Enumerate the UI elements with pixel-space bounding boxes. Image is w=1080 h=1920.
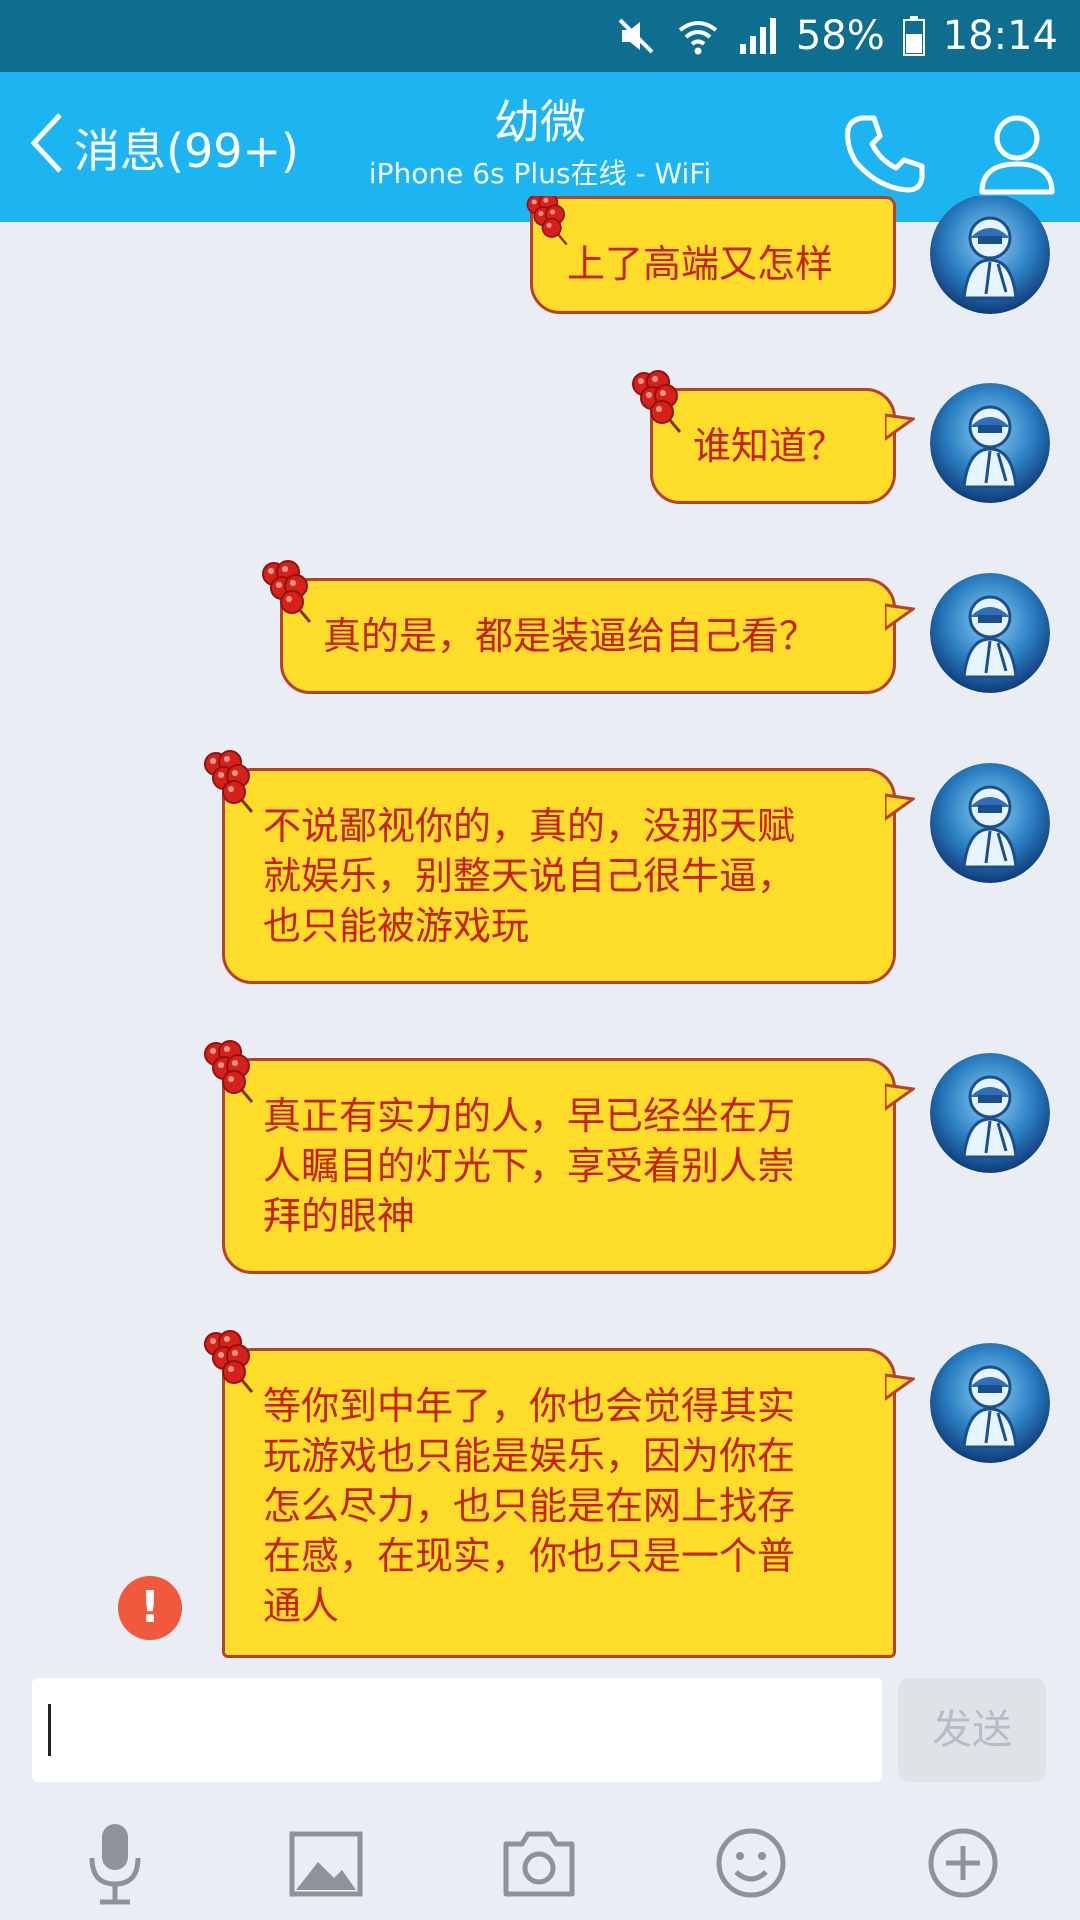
contact-name: 幼微 <box>494 95 586 149</box>
candy-icon <box>203 1039 254 1104</box>
send-button[interactable]: 发送 <box>898 1678 1046 1782</box>
microphone-icon[interactable] <box>70 1818 160 1908</box>
avatar[interactable] <box>930 1343 1050 1463</box>
wifi-icon <box>676 14 720 58</box>
send-failed-icon[interactable]: ! <box>118 1576 182 1640</box>
message-text: 上了高端又怎样 <box>567 242 834 286</box>
chevron-left-icon <box>28 111 68 186</box>
message-bubble[interactable]: 等你到中年了，你也会觉得其实 玩游戏也只能是娱乐，因为你在 怎么尽力，也只能是在… <box>222 1348 915 1658</box>
contact-status: iPhone 6s Plus在线 - WiFi <box>368 157 712 190</box>
back-button[interactable]: 消息(99+) <box>28 108 299 188</box>
candy-icon <box>203 749 254 814</box>
text-caret <box>48 1704 51 1756</box>
message-bubble[interactable]: 上了高端又怎样 <box>530 196 896 314</box>
chat-title-block: 幼微 iPhone 6s Plus在线 - WiFi <box>290 92 790 196</box>
avatar[interactable] <box>930 1053 1050 1173</box>
avatar[interactable] <box>930 383 1050 503</box>
camera-icon[interactable] <box>494 1818 584 1908</box>
clock: 18:14 <box>942 13 1058 59</box>
avatar[interactable] <box>930 573 1050 693</box>
mute-icon <box>614 14 658 58</box>
battery-icon <box>902 16 925 56</box>
back-label: 消息(99+) <box>74 124 299 178</box>
message-text: 谁知道？ <box>693 424 846 468</box>
message-bubble[interactable]: 真正有实力的人，早已经坐在万 人瞩目的灯光下，享受着别人崇 拜的眼神 <box>222 1058 915 1274</box>
avatar[interactable] <box>930 196 1050 314</box>
phone-icon[interactable] <box>840 108 930 198</box>
message-input[interactable] <box>32 1678 882 1782</box>
input-area: 发送 <box>0 1658 1080 1920</box>
message-bubble[interactable]: 真的是，都是装逼给自己看？ <box>280 578 915 694</box>
avatar[interactable] <box>930 763 1050 883</box>
message-text: 真的是，都是装逼给自己看？ <box>323 614 818 658</box>
candy-icon <box>203 1329 254 1394</box>
message-text: 等你到中年了，你也会觉得其实 玩游戏也只能是娱乐，因为你在 怎么尽力，也只能是在… <box>263 1384 796 1628</box>
message-text: 真正有实力的人，早已经坐在万 人瞩目的灯光下，享受着别人崇 拜的眼神 <box>263 1094 796 1238</box>
signal-icon <box>738 14 778 58</box>
message-bubble[interactable]: 不说鄙视你的，真的，没那天赋 就娱乐，别整天说自己很牛逼， 也只能被游戏玩 <box>222 768 915 984</box>
profile-icon[interactable] <box>972 108 1062 198</box>
candy-icon <box>631 369 682 434</box>
message-text: 不说鄙视你的，真的，没那天赋 就娱乐，别整天说自己很牛逼， 也只能被游戏玩 <box>263 804 796 948</box>
image-icon[interactable] <box>282 1818 372 1908</box>
candy-icon <box>526 196 568 246</box>
status-bar: 58% 18:14 <box>0 0 1080 72</box>
battery-percent: 58% <box>795 13 885 59</box>
candy-icon <box>261 559 312 624</box>
emoji-icon[interactable] <box>706 1818 796 1908</box>
plus-icon[interactable] <box>918 1818 1008 1908</box>
